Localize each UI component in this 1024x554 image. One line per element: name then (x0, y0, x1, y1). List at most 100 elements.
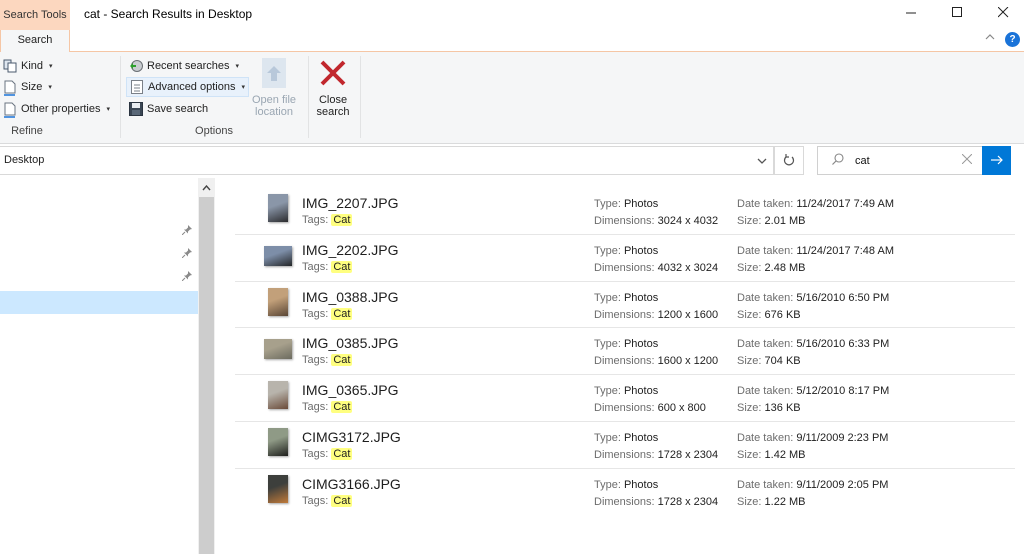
type-field: Type: Photos (594, 385, 658, 397)
dimensions-label: Dimensions: (594, 215, 655, 227)
save-search-button[interactable]: Save search (129, 99, 208, 119)
date-taken-label: Date taken: (737, 291, 794, 304)
size-value: 1.22 MB (764, 495, 806, 508)
dropdown-arrow-icon: ▾ (235, 63, 240, 70)
dimensions-label: Dimensions: (594, 495, 655, 508)
group-separator (360, 56, 361, 138)
tags-label: Tags: (302, 214, 329, 226)
search-input[interactable] (855, 152, 955, 169)
type-label: Type: (594, 385, 621, 398)
result-item[interactable]: CIMG3166.JPG Tags: Cat Type: Photos Dime… (235, 469, 1015, 516)
maximize-button[interactable] (934, 0, 980, 28)
file-name: IMG_0365.JPG (302, 382, 399, 399)
size-value: 136 KB (764, 402, 801, 415)
size-value: 2.48 MB (764, 261, 806, 274)
size-label: Size: (737, 261, 762, 274)
advanced-options-label: Advanced options (148, 81, 236, 93)
clear-search-button[interactable] (961, 152, 973, 167)
properties-icon (3, 102, 17, 118)
nav-item-pinned[interactable] (0, 244, 198, 267)
dropdown-arrow-icon: ▾ (48, 84, 52, 91)
dimensions-field: Dimensions: 1728 x 2304 (594, 496, 718, 508)
nav-item-selected[interactable] (0, 291, 198, 314)
result-item[interactable]: IMG_0385.JPG Tags: Cat Type: Photos Dime… (235, 328, 1015, 376)
open-file-location-label-1: Open file (251, 94, 297, 106)
search-box[interactable] (817, 146, 983, 175)
result-item[interactable]: IMG_0388.JPG Tags: Cat Type: Photos Dime… (235, 282, 1015, 329)
kind-button[interactable]: Kind ▾ (3, 56, 53, 76)
type-value: Photos (623, 198, 659, 210)
date-taken-label: Date taken: (737, 478, 794, 491)
navigation-pane-scrollbar[interactable] (198, 178, 215, 554)
options-group: Recent searches ▾ Advanced options ▾ Sav… (121, 52, 307, 142)
recent-searches-button[interactable]: Recent searches ▾ (129, 56, 239, 76)
result-item[interactable]: IMG_0365.JPG Tags: Cat Type: Photos Dime… (235, 375, 1015, 422)
size-label: Size (21, 81, 43, 93)
result-item[interactable]: IMG_2202.JPG Tags: Cat Type: Photos Dime… (235, 235, 1015, 282)
size-field: Size: 2.48 MB (737, 262, 806, 274)
result-item[interactable]: IMG_2207.JPG Tags: Cat Type: Photos Dime… (235, 188, 1015, 235)
pin-icon[interactable] (181, 271, 192, 284)
chevron-up-icon[interactable] (985, 33, 995, 44)
minimize-button[interactable] (888, 0, 934, 28)
open-file-location-button[interactable]: Open file location (249, 58, 299, 118)
size-button[interactable]: Size ▾ (3, 77, 52, 97)
date-taken-label: Date taken: (737, 431, 794, 444)
address-path[interactable]: Desktop (4, 154, 44, 166)
type-field: Type: Photos (594, 432, 658, 444)
scrollbar-thumb[interactable] (199, 197, 214, 554)
pin-icon[interactable] (181, 248, 192, 261)
tag-value: Cat (331, 494, 353, 507)
tags-label: Tags: (302, 307, 329, 320)
photo-thumbnail (268, 427, 288, 456)
date-taken-field: Date taken: 11/24/2017 7:49 AM (737, 198, 894, 210)
refine-group: Kind ▾ Size ▾ Other properties ▾ Refine (0, 52, 118, 142)
refresh-button[interactable] (774, 146, 804, 175)
pin-icon[interactable] (181, 225, 192, 238)
arrow-right-icon (990, 153, 1003, 168)
result-item[interactable]: CIMG3172.JPG Tags: Cat Type: Photos Dime… (235, 422, 1015, 469)
type-value: Photos (623, 291, 659, 304)
help-icon[interactable]: ? (1005, 32, 1020, 47)
save-search-label: Save search (147, 103, 209, 115)
tags-field: Tags: Cat (302, 354, 353, 367)
photo-thumbnail (264, 245, 292, 266)
address-dropdown-button[interactable] (750, 146, 774, 175)
file-name: IMG_0388.JPG (302, 288, 399, 305)
date-taken-value: 11/24/2017 7:49 AM (796, 198, 894, 210)
scroll-up-button[interactable] (198, 180, 215, 197)
tag-value: Cat (331, 260, 353, 273)
tags-label: Tags: (302, 494, 329, 507)
tags-label: Tags: (302, 401, 329, 414)
dimensions-value: 3024 x 4032 (657, 215, 719, 227)
type-value: Photos (623, 478, 659, 491)
type-field: Type: Photos (594, 292, 658, 304)
search-tools-context-tab[interactable]: Search Tools (0, 0, 70, 30)
close-window-button[interactable] (980, 0, 1024, 28)
dimensions-field: Dimensions: 1600 x 1200 (594, 355, 718, 367)
dimensions-label: Dimensions: (594, 355, 655, 368)
options-group-label: Options (195, 125, 233, 137)
close-search-icon (317, 58, 349, 90)
close-search-button[interactable]: Close search (308, 58, 358, 118)
dropdown-arrow-icon: ▾ (106, 106, 110, 113)
photo-thumbnail (268, 287, 288, 316)
tab-search[interactable]: Search (0, 30, 70, 53)
recent-searches-label: Recent searches (147, 60, 230, 72)
photo-thumbnail (268, 194, 288, 222)
address-bar[interactable]: Desktop (0, 146, 774, 175)
nav-item-pinned[interactable] (0, 267, 198, 290)
tag-value: Cat (331, 401, 353, 414)
close-icon (997, 6, 1009, 21)
advanced-options-button[interactable]: Advanced options ▾ (126, 77, 249, 97)
file-name: IMG_0385.JPG (302, 335, 399, 352)
maximize-icon (951, 7, 963, 21)
nav-item-pinned[interactable] (0, 221, 198, 244)
tag-value: Cat (331, 354, 353, 367)
type-value: Photos (623, 244, 659, 257)
dropdown-arrow-icon: ▾ (241, 84, 245, 91)
tag-value: Cat (331, 214, 353, 226)
other-properties-button[interactable]: Other properties ▾ (3, 99, 110, 119)
search-go-button[interactable] (982, 146, 1011, 175)
size-value: 676 KB (764, 308, 801, 321)
